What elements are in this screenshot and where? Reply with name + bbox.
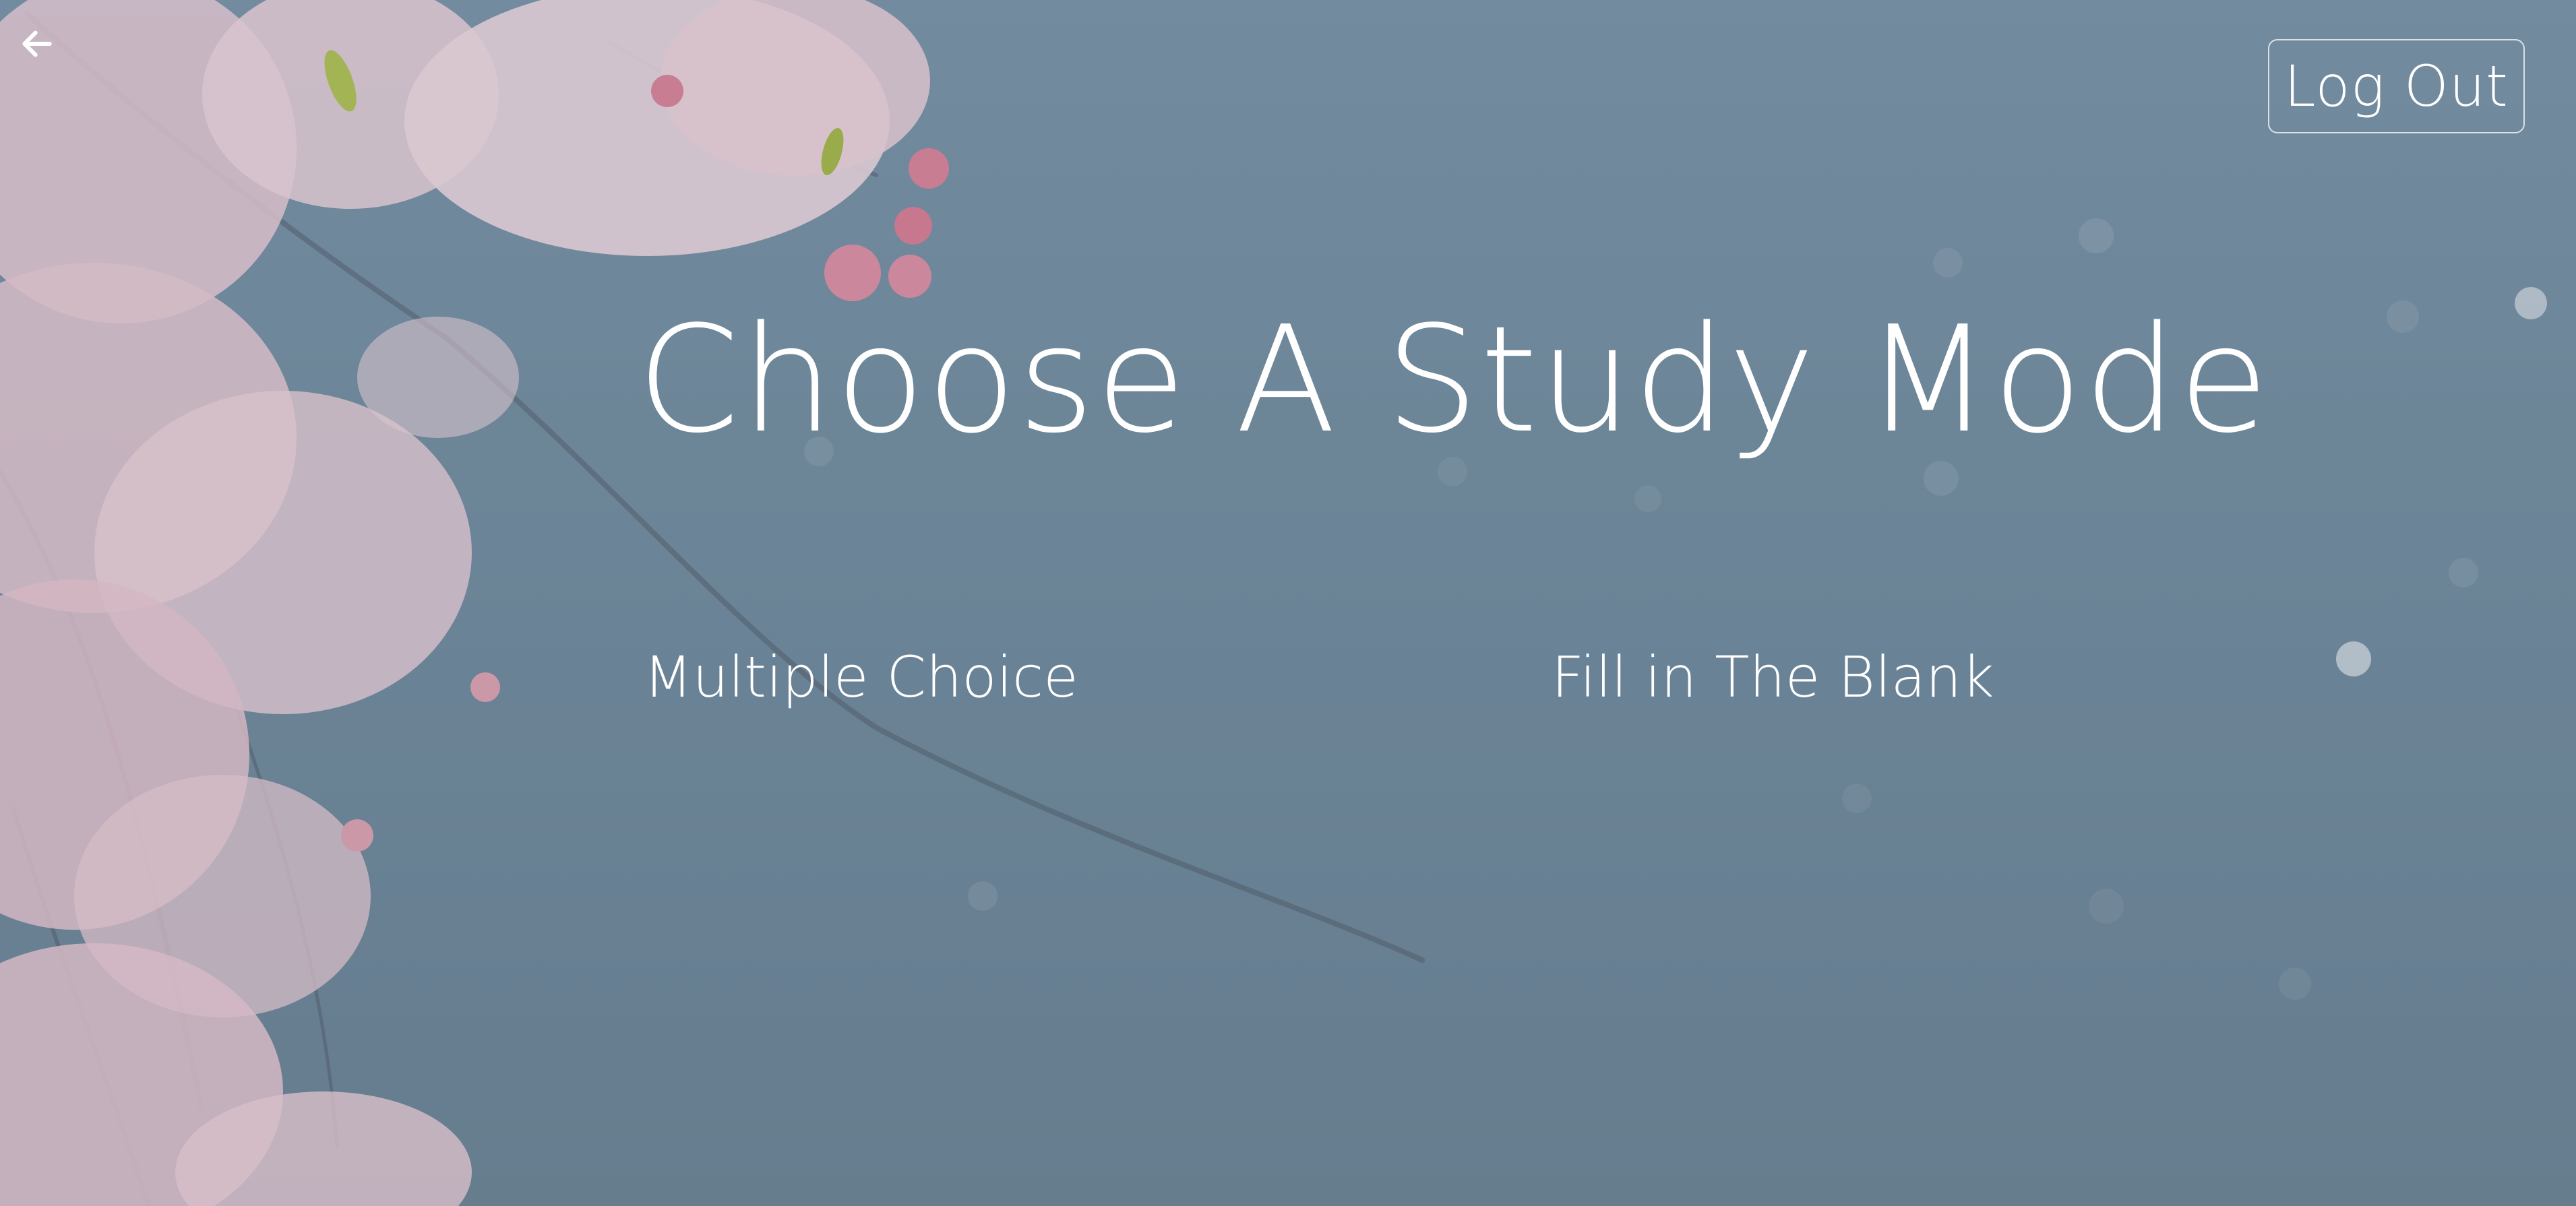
branch-lines [0,11,1425,1206]
page-title: Choose A Study Mode [637,295,2271,466]
fill-in-the-blank-option[interactable]: Fill in The Blank [1552,640,1994,714]
arrow-left-icon [22,30,52,57]
back-button[interactable] [13,20,61,67]
cherry-blossoms [0,0,949,1206]
multiple-choice-option[interactable]: Multiple Choice [644,640,1078,714]
logout-button[interactable]: Log Out [2267,39,2525,133]
background-image [0,0,2576,1206]
